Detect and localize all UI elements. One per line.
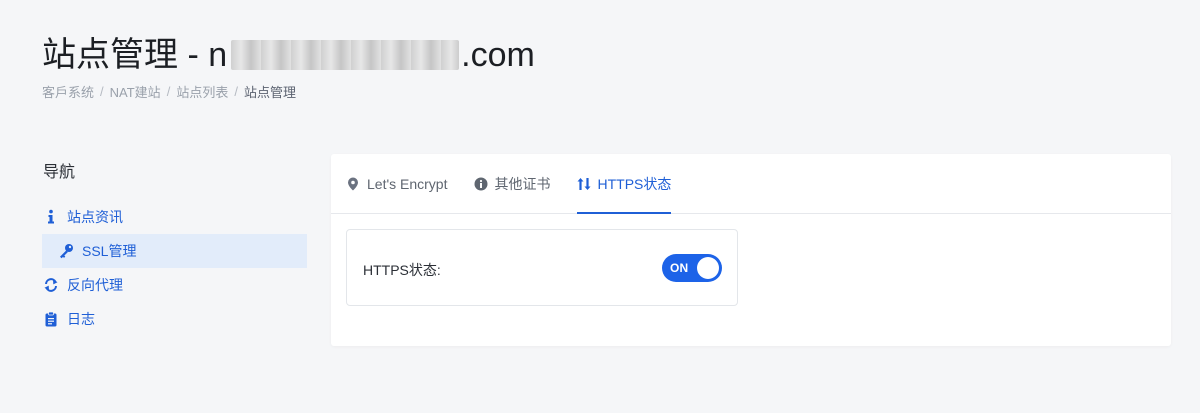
tab-https-status[interactable]: HTTPS状态: [576, 154, 672, 214]
page-title-suffix: .com: [461, 36, 535, 74]
clipboard-icon: [43, 311, 59, 327]
sidebar-item-label: SSL管理: [82, 243, 137, 259]
page-title-prefix: 站点管理 - n: [42, 36, 228, 74]
sidebar-item-site-info[interactable]: 站点资讯: [42, 200, 307, 234]
breadcrumb-item-customer-system[interactable]: 客戶系统: [42, 82, 94, 101]
breadcrumb-item-site-list[interactable]: 站点列表: [176, 82, 228, 101]
toggle-on-text: ON: [670, 261, 689, 275]
https-status-label: HTTPS状态:: [363, 262, 441, 278]
breadcrumb: 客戶系统 / NAT建站 / 站点列表 / 站点管理: [42, 82, 535, 101]
breadcrumb-separator: /: [166, 84, 171, 99]
sidebar-item-reverse-proxy[interactable]: 反向代理: [42, 268, 307, 302]
sidebar-item-label: 反向代理: [67, 277, 123, 293]
ssl-card: Let's Encrypt 其他证书 HTTPS状态 HTTPS状态: ON: [331, 154, 1171, 346]
sync-icon: [43, 277, 59, 293]
https-toggle[interactable]: ON: [662, 254, 722, 282]
tab-other-certs[interactable]: 其他证书: [474, 154, 551, 213]
toggle-knob: [697, 257, 719, 279]
tab-label: HTTPS状态: [597, 175, 672, 192]
tab-label: 其他证书: [494, 175, 551, 192]
redacted-domain: [231, 40, 460, 70]
info-circle-icon: [474, 177, 488, 191]
sort-arrows-icon: [577, 177, 591, 191]
sidebar-item-label: 日志: [67, 311, 95, 327]
breadcrumb-separator: /: [100, 84, 104, 99]
breadcrumb-item-site-management: 站点管理: [243, 85, 296, 100]
breadcrumb-item-nat-site[interactable]: NAT建站: [110, 82, 161, 101]
key-icon: [58, 243, 74, 259]
sidebar: 导航 站点资讯 SSL管理 反向代理 日志: [42, 152, 307, 336]
sidebar-item-logs[interactable]: 日志: [42, 302, 307, 336]
tab-label: Let's Encrypt: [367, 175, 448, 192]
https-setting-box: HTTPS状态: ON: [346, 229, 738, 306]
tab-bar: Let's Encrypt 其他证书 HTTPS状态: [331, 154, 1171, 214]
tab-lets-encrypt[interactable]: Let's Encrypt: [346, 154, 448, 213]
sidebar-item-ssl[interactable]: SSL管理: [42, 234, 307, 268]
info-icon: [43, 209, 59, 225]
sidebar-item-label: 站点资讯: [67, 209, 123, 225]
breadcrumb-separator: /: [234, 84, 238, 99]
sidebar-title: 导航: [43, 164, 76, 181]
page-title: 站点管理 - n .com: [42, 30, 535, 80]
map-marker-icon: [346, 177, 360, 191]
page-header: 站点管理 - n .com 客戶系统 / NAT建站 / 站点列表 / 站点管理: [42, 30, 535, 101]
